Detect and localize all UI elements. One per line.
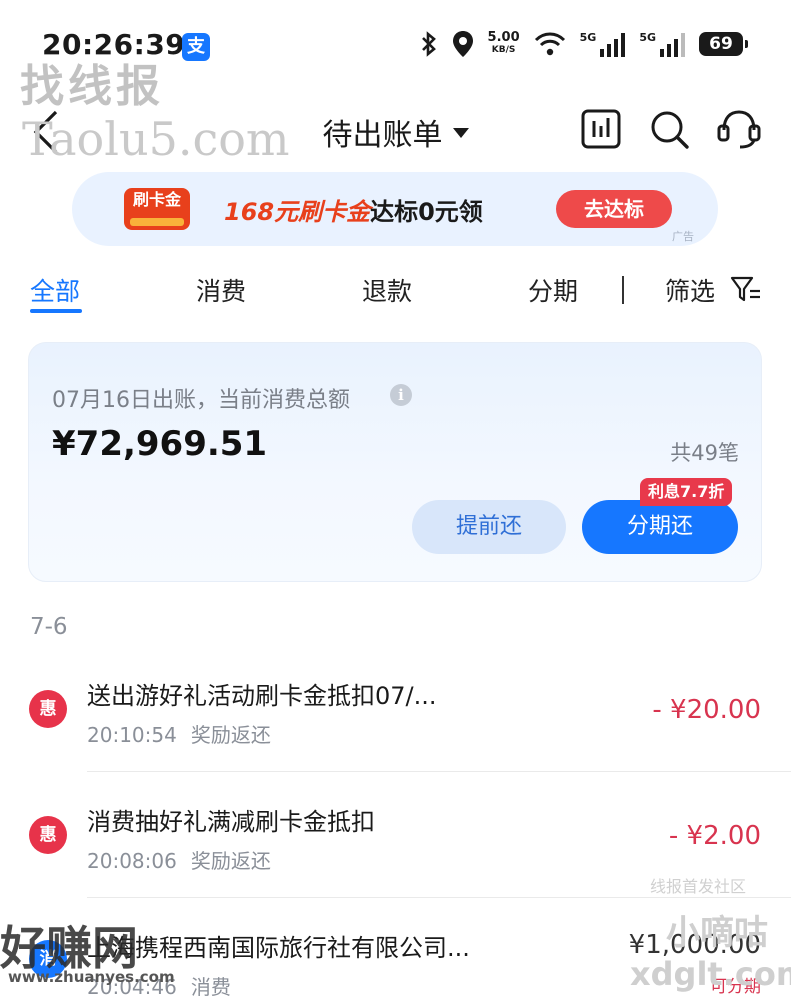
reach-target-button[interactable]: 去达标 — [556, 190, 672, 228]
transaction-count: 共49笔 — [670, 441, 739, 465]
date-group-header: 7-6 — [30, 614, 68, 640]
list-divider — [87, 897, 791, 898]
tab-installment[interactable]: 分期 — [528, 272, 578, 308]
ad-label: 广告 — [672, 230, 694, 243]
signal-icon-sim1: 5G — [580, 31, 626, 57]
tab-divider — [622, 276, 624, 304]
transaction-title[interactable]: 送出游好礼活动刷卡金抵扣07/... — [87, 676, 437, 711]
filter-button[interactable]: 筛选 — [665, 272, 715, 308]
signal-icon-sim2: 5G — [639, 31, 685, 57]
wifi-icon — [534, 32, 565, 56]
customer-service-icon[interactable] — [716, 108, 762, 150]
location-icon — [452, 31, 473, 57]
transaction-amount: ¥1,000.00 — [628, 930, 761, 960]
tab-spending[interactable]: 消费 — [196, 272, 246, 308]
bluetooth-icon — [421, 31, 436, 57]
bill-total-amount: ¥72,969.51 — [52, 424, 268, 464]
search-icon[interactable] — [648, 108, 690, 150]
net-speed: 5.00 KB/S — [487, 30, 520, 55]
chart-icon[interactable] — [580, 108, 622, 150]
transaction-amount: - ¥2.00 — [668, 821, 761, 851]
tab-refund[interactable]: 退款 — [362, 272, 412, 308]
tab-all[interactable]: 全部 — [30, 272, 80, 308]
installable-link[interactable]: 可分期 — [710, 972, 761, 997]
page-title-text: 待出账单 — [322, 118, 443, 153]
transaction-title[interactable]: 上海携程西南国际旅行社有限公司... — [87, 928, 470, 963]
card-gold-badge: 刷卡金 — [124, 188, 190, 230]
dropdown-caret-icon — [452, 128, 469, 138]
discount-icon: 惠 — [29, 690, 67, 728]
transaction-amount: - ¥20.00 — [652, 695, 761, 725]
bill-date-text: 07月16日出账，当前消费总额 — [52, 388, 350, 413]
promo-banner[interactable]: 刷卡金 168元刷卡金达标0元领 去达标 广告 — [72, 172, 718, 246]
watermark-text: 线报首发社区 — [650, 877, 747, 896]
discount-icon: 惠 — [29, 816, 67, 854]
alipay-notification-icon: 支 — [182, 33, 210, 61]
battery-icon: 69 — [699, 32, 748, 56]
banner-text: 168元刷卡金达标0元领 — [224, 198, 483, 226]
interest-discount-badge: 利息7.7折 — [640, 478, 733, 506]
list-divider — [87, 771, 791, 772]
status-time: 20:26:39 — [42, 28, 186, 61]
tab-active-indicator — [30, 309, 82, 313]
transaction-meta: 20:08:06 奖励返还 — [87, 849, 271, 873]
installment-repay-button[interactable]: 分期还 — [582, 500, 738, 554]
info-icon[interactable]: i — [390, 384, 412, 406]
merchant-icon: 消 — [29, 940, 67, 978]
early-repay-button[interactable]: 提前还 — [412, 500, 566, 554]
transaction-meta: 20:10:54 奖励返还 — [87, 723, 271, 747]
filter-icon[interactable] — [730, 273, 762, 305]
transaction-title[interactable]: 消费抽好礼满减刷卡金抵扣 — [87, 802, 375, 837]
transaction-meta: 20:04:46 消费 — [87, 975, 231, 999]
status-icons: 5.00 KB/S 5G 5G 69 — [420, 30, 748, 58]
